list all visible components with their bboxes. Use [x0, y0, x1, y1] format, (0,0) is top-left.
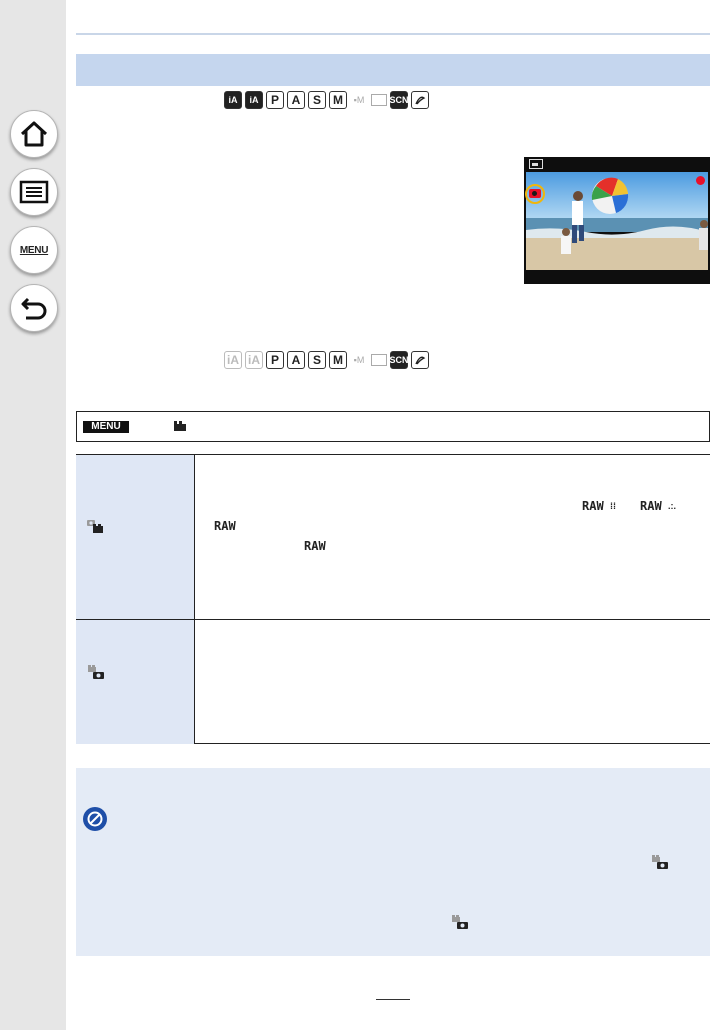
menu-chip: MENU [83, 421, 129, 433]
table-row-1-label-cell [76, 455, 194, 619]
menu-icon: MENU [19, 244, 49, 256]
note-box [76, 768, 710, 956]
raw-inline-icon: RAW [304, 539, 326, 553]
raw-fine-dots-icon: ⁞⁞ [610, 501, 616, 511]
video-priority-icon [652, 855, 668, 869]
program-mode-icon: P [266, 91, 284, 109]
raw-standard-icon: RAW [640, 499, 662, 513]
contents-button[interactable] [10, 168, 58, 216]
motion-picture-mode-icon [529, 159, 543, 169]
page-number-rule [376, 999, 410, 1000]
table-row-divider [76, 619, 710, 620]
menu-path-bar: MENU [76, 411, 710, 442]
creative-video-mode-icon: ▪M [353, 355, 365, 365]
camera-screen-illustration [524, 157, 710, 284]
mode-icons-row-1: iA iA P A S M ▪M SCN [224, 90, 429, 110]
home-button[interactable] [10, 110, 58, 158]
intelligent-auto-plus-icon: iA [245, 91, 263, 109]
table-column-divider [194, 455, 195, 743]
photo-priority-icon [87, 520, 103, 533]
back-button[interactable] [10, 284, 58, 332]
creative-video-mode-icon: ▪M [353, 95, 365, 105]
top-rule [76, 33, 710, 35]
aperture-priority-icon: A [287, 351, 305, 369]
scene-guide-icon: SCN [390, 351, 409, 369]
home-icon [20, 121, 48, 147]
manual-mode-icon: M [329, 351, 347, 369]
raw-only-icon: RAW [214, 519, 236, 533]
settings-table: RAW ⁞⁞ RAW .:. RAW RAW [76, 454, 710, 744]
menu-button[interactable]: MENU [10, 226, 58, 274]
raw-fine-icon: RAW [582, 499, 604, 513]
manual-mode-icon: M [329, 91, 347, 109]
scene-guide-icon: SCN [390, 91, 409, 109]
photo-capture-icon [529, 189, 541, 198]
mode-icons-row-2: iA iA P A S M ▪M SCN [224, 350, 429, 370]
raw-standard-dots-icon: .:. [668, 501, 676, 511]
creative-control-icon [411, 351, 429, 369]
recording-indicator-icon [696, 176, 705, 185]
shutter-priority-icon: S [308, 91, 326, 109]
table-row-2-label-cell [76, 620, 194, 744]
intelligent-auto-icon: iA [224, 351, 242, 369]
custom-mode-icon [371, 354, 387, 366]
aperture-priority-icon: A [287, 91, 305, 109]
video-priority-icon [452, 915, 468, 929]
section-header-bar [76, 54, 710, 86]
intelligent-auto-icon: iA [224, 91, 242, 109]
intelligent-auto-plus-icon: iA [245, 351, 263, 369]
sidebar: MENU [0, 0, 66, 1030]
custom-mode-icon [371, 94, 387, 106]
motion-picture-menu-icon [174, 421, 186, 431]
contents-list-icon [19, 180, 49, 204]
creative-control-icon [411, 91, 429, 109]
video-priority-icon [88, 665, 104, 679]
not-available-icon [83, 807, 107, 831]
beach-photo [526, 172, 708, 270]
back-arrow-icon [21, 297, 47, 320]
shutter-priority-icon: S [308, 351, 326, 369]
program-mode-icon: P [266, 351, 284, 369]
